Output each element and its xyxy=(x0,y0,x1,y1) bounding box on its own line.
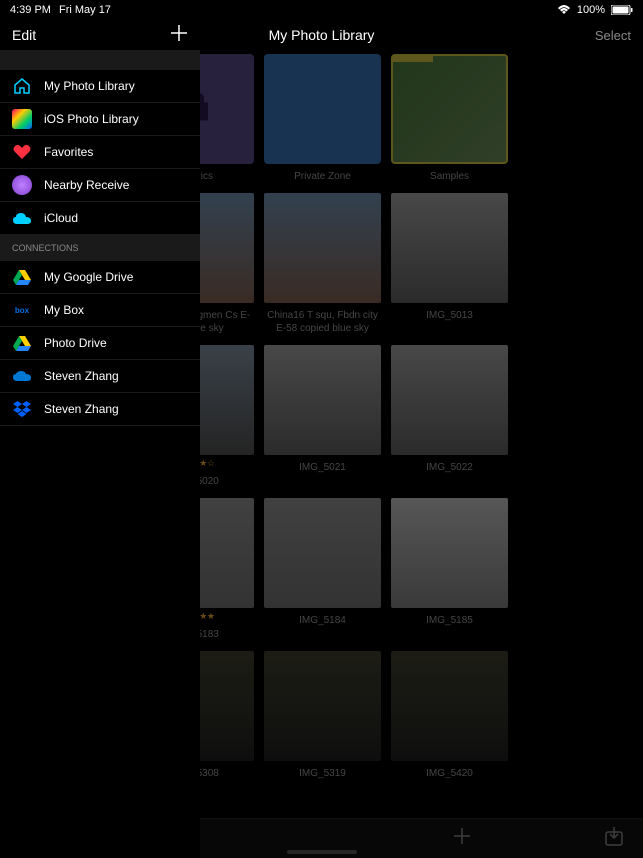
onedrive-icon xyxy=(12,366,32,386)
item-label: IMG_5185 xyxy=(426,614,473,627)
sidebar: Edit My Photo Library iOS Photo Library … xyxy=(0,20,200,858)
item-label: IMG_5420 xyxy=(426,767,473,780)
photo-item[interactable]: IMG_5185 xyxy=(391,498,508,641)
photo-item[interactable]: IMG_5184 xyxy=(264,498,381,641)
google-drive-icon xyxy=(12,333,32,353)
sidebar-label: My Photo Library xyxy=(44,79,135,93)
sidebar-item-nearby[interactable]: Nearby Receive xyxy=(0,169,200,202)
google-drive-icon xyxy=(12,267,32,287)
item-label: Private Zone xyxy=(294,170,351,183)
sidebar-item-dropbox[interactable]: Steven Zhang xyxy=(0,393,200,426)
photo-item[interactable]: IMG_5021 xyxy=(264,345,381,488)
folder-item[interactable]: Private Zone xyxy=(264,54,381,183)
item-label: IMG_5022 xyxy=(426,461,473,474)
sidebar-item-photo-drive[interactable]: Photo Drive xyxy=(0,327,200,360)
sidebar-label: iCloud xyxy=(44,211,78,225)
sidebar-label: My Google Drive xyxy=(44,270,133,284)
cloud-icon xyxy=(12,208,32,228)
item-label: IMG_5013 xyxy=(426,309,473,322)
folder-item[interactable]: Samples xyxy=(391,54,508,183)
battery-icon xyxy=(611,5,633,15)
sidebar-label: Steven Zhang xyxy=(44,369,119,383)
item-label: IMG_5319 xyxy=(299,767,346,780)
sidebar-item-ios-library[interactable]: iOS Photo Library xyxy=(0,103,200,136)
photo-item[interactable]: China16 T squ, Fbdn city E-58 copied blu… xyxy=(264,193,381,335)
wifi-icon xyxy=(557,5,571,15)
sidebar-label: My Box xyxy=(44,303,84,317)
connections-header: CONNECTIONS xyxy=(0,235,200,261)
battery-percent: 100% xyxy=(577,4,605,16)
photos-icon xyxy=(12,109,32,129)
page-title: My Photo Library xyxy=(269,27,375,43)
sidebar-item-box[interactable]: box My Box xyxy=(0,294,200,327)
sidebar-label: Steven Zhang xyxy=(44,402,119,416)
item-label: IMG_5021 xyxy=(299,461,346,474)
sidebar-label: iOS Photo Library xyxy=(44,112,139,126)
status-date: Fri May 17 xyxy=(59,4,111,16)
item-label: Samples xyxy=(430,170,469,183)
photo-item[interactable]: IMG_5022 xyxy=(391,345,508,488)
photo-item[interactable]: IMG_5319 xyxy=(264,651,381,780)
status-time: 4:39 PM xyxy=(10,4,51,16)
heart-icon xyxy=(12,142,32,162)
home-icon xyxy=(12,76,32,96)
nearby-icon xyxy=(12,175,32,195)
add-button[interactable] xyxy=(452,826,472,851)
item-label: China16 T squ, Fbdn city E-58 copied blu… xyxy=(264,309,381,335)
dropbox-icon xyxy=(12,399,32,419)
edit-button[interactable]: Edit xyxy=(12,27,36,43)
box-icon: box xyxy=(12,300,32,320)
photo-item[interactable]: IMG_5013 xyxy=(391,193,508,335)
select-button[interactable]: Select xyxy=(595,28,631,43)
sidebar-label: Nearby Receive xyxy=(44,178,129,192)
import-button[interactable] xyxy=(605,826,623,851)
sidebar-item-favorites[interactable]: Favorites xyxy=(0,136,200,169)
sidebar-item-icloud[interactable]: iCloud xyxy=(0,202,200,235)
home-indicator xyxy=(287,850,357,854)
sidebar-item-google-drive[interactable]: My Google Drive xyxy=(0,261,200,294)
sidebar-item-my-library[interactable]: My Photo Library xyxy=(0,70,200,103)
item-label: IMG_5184 xyxy=(299,614,346,627)
sidebar-label: Favorites xyxy=(44,145,93,159)
status-bar: 4:39 PM Fri May 17 100% xyxy=(0,0,643,20)
add-source-button[interactable] xyxy=(170,24,188,47)
sidebar-label: Photo Drive xyxy=(44,336,107,350)
sidebar-item-onedrive[interactable]: Steven Zhang xyxy=(0,360,200,393)
photo-item[interactable]: IMG_5420 xyxy=(391,651,508,780)
